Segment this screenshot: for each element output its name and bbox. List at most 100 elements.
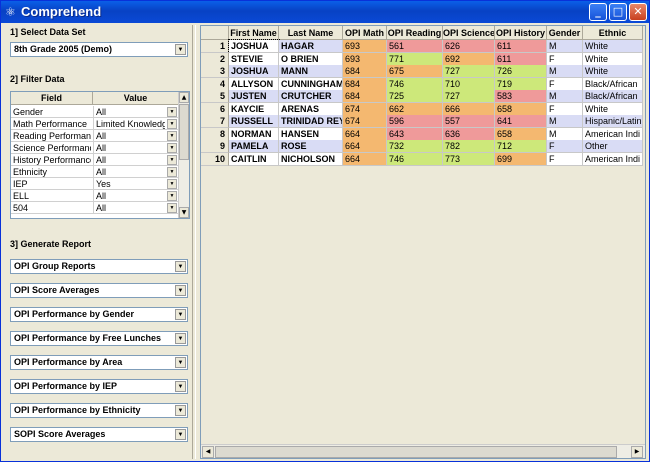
filter-row[interactable]: Reading PerformanceAll▼ bbox=[11, 130, 179, 142]
column-header[interactable]: OPI Math bbox=[343, 26, 387, 40]
grid-cell-math[interactable]: 674 bbox=[343, 115, 387, 128]
row-number[interactable]: 8 bbox=[201, 127, 229, 141]
chevron-down-icon[interactable]: ▼ bbox=[167, 203, 177, 213]
grid-horizontal-scrollbar[interactable]: ◀ ▶ bbox=[201, 444, 645, 458]
report-select[interactable]: SOPI Score Averages ▼ bbox=[10, 427, 188, 442]
grid-cell-history[interactable]: 699 bbox=[495, 152, 547, 166]
report-select[interactable]: OPI Performance by Area ▼ bbox=[10, 355, 188, 370]
grid-cell-ethnic[interactable]: White bbox=[583, 52, 643, 66]
filter-row[interactable]: Science Performance All ▼ bbox=[11, 142, 179, 154]
report-select[interactable]: OPI Performance by Gender ▼ bbox=[10, 307, 188, 322]
filter-row[interactable]: History Performance All ▼ bbox=[11, 154, 179, 166]
grid-cell-first[interactable]: CAITLIN bbox=[229, 152, 279, 166]
chevron-down-icon[interactable]: ▼ bbox=[167, 167, 177, 177]
grid-cell-ethnic[interactable]: Black/African bbox=[583, 90, 643, 103]
grid-cell-science[interactable]: 773 bbox=[443, 152, 495, 166]
report-select[interactable]: OPI Performance by Free Lunches ▼ bbox=[10, 331, 188, 346]
report-select[interactable]: OPI Score Averages ▼ bbox=[10, 283, 188, 298]
grid-cell-last[interactable]: MANN bbox=[279, 65, 343, 78]
grid-cell-ethnic[interactable]: White bbox=[583, 102, 643, 116]
chevron-down-icon[interactable]: ▼ bbox=[175, 333, 186, 344]
chevron-down-icon[interactable]: ▼ bbox=[175, 309, 186, 320]
grid-cell-last[interactable]: ARENAS bbox=[279, 102, 343, 116]
scroll-up-icon[interactable]: ▲ bbox=[179, 92, 189, 103]
grid-cell-first[interactable]: STEVIE bbox=[229, 52, 279, 66]
grid-cell-ethnic[interactable]: American Indi bbox=[583, 127, 643, 141]
row-number[interactable]: 7 bbox=[201, 115, 229, 128]
filter-value[interactable]: All bbox=[93, 154, 165, 166]
chevron-down-icon[interactable]: ▼ bbox=[175, 357, 186, 368]
filter-row[interactable]: 504 All ▼ bbox=[11, 202, 179, 214]
grid-cell-reading[interactable]: 746 bbox=[387, 152, 443, 166]
grid-cell-history[interactable]: 719 bbox=[495, 77, 547, 91]
filter-value[interactable]: Yes bbox=[93, 178, 165, 190]
grid-cell-last[interactable]: HANSEN bbox=[279, 127, 343, 141]
grid-cell-first[interactable]: ALLYSON bbox=[229, 77, 279, 91]
grid-cell-science[interactable]: 692 bbox=[443, 52, 495, 66]
report-select[interactable]: OPI Group Reports ▼ bbox=[10, 259, 188, 274]
report-select[interactable]: OPI Performance by Ethnicity ▼ bbox=[10, 403, 188, 418]
grid-cell-last[interactable]: CRUTCHER bbox=[279, 90, 343, 103]
grid-cell-reading[interactable]: 662 bbox=[387, 102, 443, 116]
grid-cell-reading[interactable]: 771 bbox=[387, 52, 443, 66]
grid-cell-ethnic[interactable]: Other bbox=[583, 140, 643, 153]
grid-cell-ethnic[interactable]: White bbox=[583, 40, 643, 53]
grid-cell-first[interactable]: KAYCIE bbox=[229, 102, 279, 116]
grid-cell-ethnic[interactable]: American Indi bbox=[583, 152, 643, 166]
grid-cell-science[interactable]: 727 bbox=[443, 90, 495, 103]
grid-cell-ethnic[interactable]: Hispanic/Latin bbox=[583, 115, 643, 128]
chevron-down-icon[interactable]: ▼ bbox=[175, 405, 186, 416]
grid-cell-science[interactable]: 666 bbox=[443, 102, 495, 116]
grid-cell-math[interactable]: 664 bbox=[343, 140, 387, 153]
grid-cell-first[interactable]: JOSHUA bbox=[228, 39, 280, 54]
minimize-button[interactable]: _ bbox=[589, 3, 607, 21]
filter-row[interactable]: IEP Yes ▼ bbox=[11, 178, 179, 190]
grid-cell-math[interactable]: 693 bbox=[343, 52, 387, 66]
title-bar[interactable]: ⚛ Comprehend _ □ ✕ bbox=[1, 1, 649, 23]
row-number[interactable]: 5 bbox=[201, 90, 229, 103]
grid-cell-reading[interactable]: 725 bbox=[387, 90, 443, 103]
grid-cell-ethnic[interactable]: Black/African bbox=[583, 77, 643, 91]
filter-value[interactable]: All bbox=[93, 166, 165, 178]
grid-cell-reading[interactable]: 732 bbox=[387, 140, 443, 153]
grid-cell-first[interactable]: JUSTEN bbox=[229, 90, 279, 103]
column-header[interactable]: OPI Science bbox=[443, 26, 495, 40]
grid-cell-math[interactable]: 664 bbox=[343, 127, 387, 141]
grid-cell-science[interactable]: 782 bbox=[443, 140, 495, 153]
scroll-right-icon[interactable]: ▶ bbox=[631, 446, 643, 458]
grid-cell-gender[interactable]: M bbox=[547, 115, 583, 128]
grid-cell-last[interactable]: TRINIDAD REYES bbox=[279, 115, 343, 128]
grid-cell-history[interactable]: 712 bbox=[495, 140, 547, 153]
filter-row[interactable]: ELL All ▼ bbox=[11, 190, 179, 202]
grid-cell-first[interactable]: JOSHUA bbox=[229, 65, 279, 78]
scroll-left-icon[interactable]: ◀ bbox=[202, 446, 214, 458]
filter-value[interactable]: All bbox=[93, 202, 165, 214]
filter-field-header[interactable]: Field bbox=[11, 92, 93, 105]
grid-cell-reading[interactable]: 561 bbox=[387, 40, 443, 53]
grid-cell-math[interactable]: 693 bbox=[343, 40, 387, 53]
row-number[interactable]: 4 bbox=[201, 77, 229, 91]
grid-cell-history[interactable]: 726 bbox=[495, 65, 547, 78]
chevron-down-icon[interactable]: ▼ bbox=[167, 191, 177, 201]
column-header[interactable]: OPI History bbox=[495, 26, 547, 40]
grid-cell-history[interactable]: 611 bbox=[495, 40, 547, 53]
chevron-down-icon[interactable]: ▼ bbox=[167, 119, 177, 129]
grid-cell-gender[interactable]: M bbox=[547, 90, 583, 103]
grid-cell-ethnic[interactable]: White bbox=[583, 65, 643, 78]
grid-cell-gender[interactable]: M bbox=[547, 40, 583, 53]
grid-cell-last[interactable]: ROSE bbox=[279, 140, 343, 153]
column-header[interactable]: Gender bbox=[547, 26, 583, 40]
grid-cell-math[interactable]: 684 bbox=[343, 65, 387, 78]
chevron-down-icon[interactable]: ▼ bbox=[175, 44, 186, 55]
column-header[interactable]: Last Name bbox=[279, 26, 343, 40]
report-select[interactable]: OPI Performance by IEP ▼ bbox=[10, 379, 188, 394]
grid-cell-gender[interactable]: F bbox=[547, 140, 583, 153]
dataset-select[interactable]: 8th Grade 2005 (Demo) ▼ bbox=[10, 42, 188, 57]
filter-value[interactable]: All bbox=[93, 190, 165, 202]
filter-row[interactable]: Ethnicity All ▼ bbox=[11, 166, 179, 178]
row-number[interactable]: 1 bbox=[201, 40, 229, 53]
grid-cell-science[interactable]: 727 bbox=[443, 65, 495, 78]
chevron-down-icon[interactable]: ▼ bbox=[175, 381, 186, 392]
chevron-down-icon[interactable]: ▼ bbox=[167, 179, 177, 189]
grid-cell-first[interactable]: PAMELA bbox=[229, 140, 279, 153]
